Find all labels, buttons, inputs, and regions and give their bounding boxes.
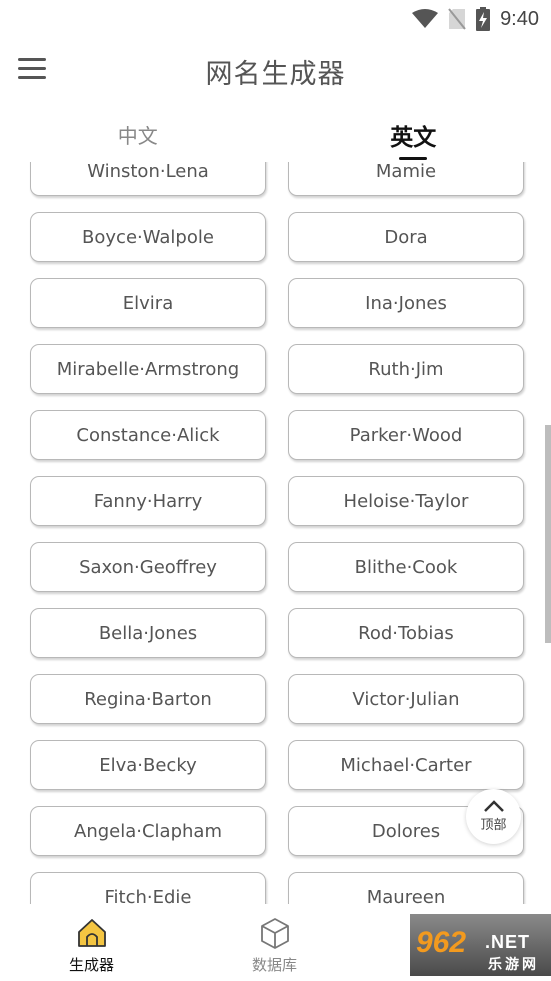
nav-item-database[interactable]: 数据库 — [183, 904, 366, 981]
name-card[interactable]: Ruth·Jim — [288, 344, 524, 394]
back-to-top-button[interactable]: 顶部 — [466, 789, 521, 844]
name-card[interactable]: Winston·Lena — [30, 162, 266, 196]
name-card[interactable]: Dora — [288, 212, 524, 262]
name-card[interactable]: Saxon·Geoffrey — [30, 542, 266, 592]
name-card[interactable]: Boyce·Walpole — [30, 212, 266, 262]
name-card[interactable]: Ina·Jones — [288, 278, 524, 328]
name-card[interactable]: Rod·Tobias — [288, 608, 524, 658]
name-card[interactable]: Fanny·Harry — [30, 476, 266, 526]
battery-charging-icon — [476, 7, 491, 31]
tab-chinese[interactable]: 中文 — [0, 110, 276, 162]
name-card[interactable]: Elvira — [30, 278, 266, 328]
name-card[interactable]: Constance·Alick — [30, 410, 266, 460]
chevron-up-icon — [483, 800, 504, 812]
wifi-icon — [412, 9, 439, 28]
name-card[interactable]: Blithe·Cook — [288, 542, 524, 592]
language-tabs: 中文 英文 — [0, 110, 551, 162]
nav-label: 数据库 — [251, 956, 297, 974]
no-sim-icon — [448, 8, 466, 30]
name-card[interactable]: Fitch·Edie — [30, 872, 266, 904]
tab-label: 英文 — [390, 125, 437, 151]
name-card[interactable]: Regina·Barton — [30, 674, 266, 724]
watermark-domain: .NET — [485, 932, 531, 952]
name-card[interactable]: Angela·Clapham — [30, 806, 266, 856]
nav-item-generator[interactable]: 生成器 — [0, 904, 183, 981]
tab-label: 中文 — [117, 124, 158, 148]
watermark-text: 乐游网 — [488, 957, 539, 973]
name-card[interactable]: Elva·Becky — [30, 740, 266, 790]
name-card[interactable]: Heloise·Taylor — [288, 476, 524, 526]
status-bar: 9:40 — [0, 0, 551, 38]
name-card[interactable]: Parker·Wood — [288, 410, 524, 460]
nav-label: 生成器 — [68, 956, 114, 974]
watermark-number: 962 — [416, 926, 467, 959]
tab-indicator — [399, 157, 428, 160]
name-card[interactable]: Mamie — [288, 162, 524, 196]
name-card[interactable]: Maureen — [288, 872, 524, 904]
name-list[interactable]: Winston·Lena Mamie Boyce·Walpole Dora Elvira… — [0, 162, 551, 904]
name-card[interactable]: Victor·Julian — [288, 674, 524, 724]
page-title: 网名生成器 — [205, 59, 346, 90]
cube-icon — [260, 918, 289, 949]
scrollbar[interactable] — [545, 425, 551, 643]
name-card[interactable]: Mirabelle·Armstrong — [30, 344, 266, 394]
home-icon — [77, 919, 106, 947]
app-bar: 网名生成器 — [0, 40, 551, 104]
watermark-logo: 962 .NET 乐游网 — [410, 914, 551, 976]
back-to-top-label: 顶部 — [480, 818, 507, 833]
name-card[interactable]: Michael·Carter — [288, 740, 524, 790]
name-card[interactable]: Bella·Jones — [30, 608, 266, 658]
status-time: 9:40 — [500, 7, 539, 30]
tab-english[interactable]: 英文 — [276, 110, 551, 162]
